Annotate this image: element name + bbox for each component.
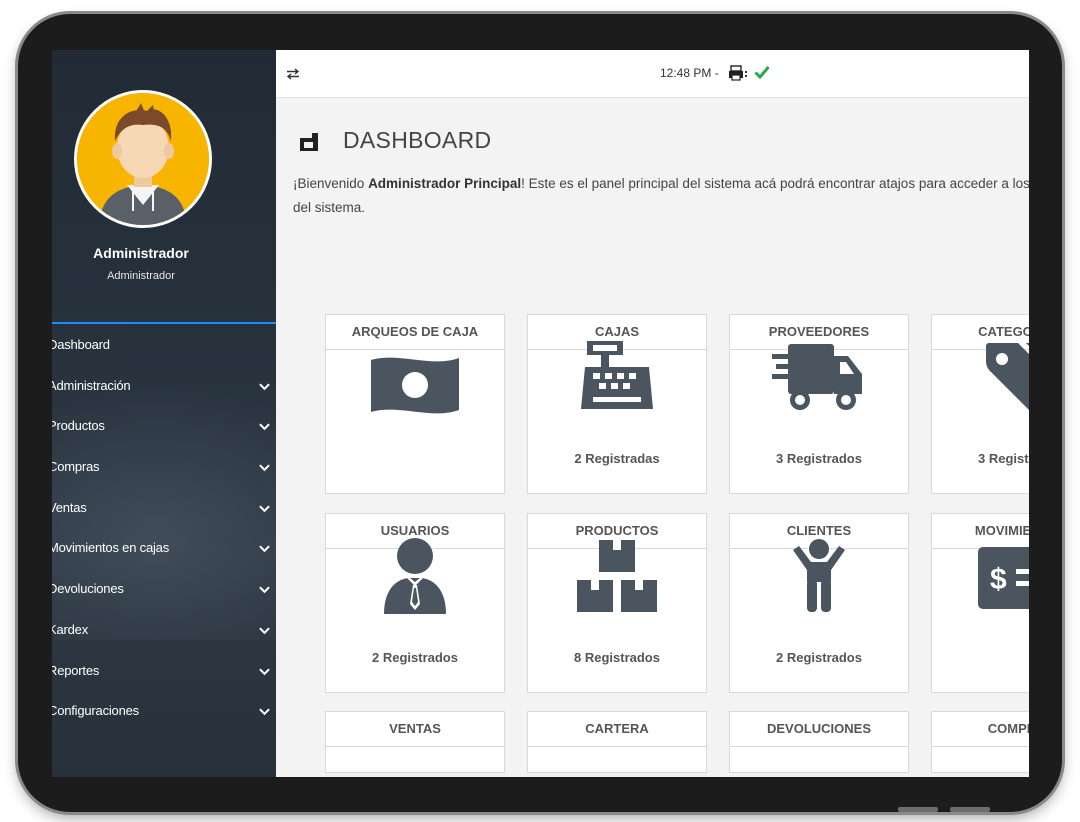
user-name: Administrador [93, 245, 189, 261]
page-title: DASHBOARD [343, 127, 492, 153]
sidebar-item-label: Devoluciones [52, 581, 124, 597]
chevron-down-icon [259, 423, 270, 431]
card-title: COMPRAS [932, 712, 1029, 747]
user-role: Administrador [107, 270, 175, 282]
card-cajas[interactable]: CAJAS 2 Registradas [527, 314, 707, 494]
user-tie-icon [326, 536, 504, 616]
sidebar-item-dashboard[interactable]: Dashboard [52, 330, 276, 371]
card-devoluciones[interactable]: DEVOLUCIONES [729, 711, 909, 773]
sidebar-item-movimientos[interactable]: Movimientos en cajas [52, 533, 276, 574]
sidebar-item-compras[interactable]: Compras [52, 452, 276, 493]
card-usuarios[interactable]: USUARIOS 2 Registrados [325, 513, 505, 693]
sidebar-item-label: Productos [52, 418, 105, 434]
card-clientes[interactable]: CLIENTES 2 Registrados [729, 513, 909, 693]
sidebar-item-label: Dashboard [52, 337, 110, 352]
screen: Administrador Administrador Dashboard Ad… [52, 50, 1029, 777]
tablet-button [950, 807, 990, 812]
sidebar-item-productos[interactable]: Productos [52, 411, 276, 452]
sidebar-item-label: Reportes [52, 662, 100, 678]
chevron-down-icon [259, 708, 270, 716]
card-ventas[interactable]: VENTAS [325, 711, 505, 773]
card-count: 8 Registrados [574, 650, 660, 665]
card-productos[interactable]: PRODUCTOS 8 Registrados [527, 513, 707, 693]
boxes-icon [528, 536, 706, 616]
card-categorias[interactable]: CATEGORÍAS 3 Registrados [931, 314, 1029, 494]
card-count: 2 Registradas [574, 451, 660, 466]
card-count: 2 Registrados [372, 650, 458, 665]
welcome-user: Administrador Principal [368, 176, 522, 191]
sidebar-item-devoluciones[interactable]: Devoluciones [52, 574, 276, 615]
sidebar-item-label: Ventas [52, 499, 87, 515]
chevron-down-icon [259, 383, 270, 390]
card-title: CARTERA [528, 712, 706, 747]
sidebar-item-reportes[interactable]: Reportes [52, 656, 276, 697]
cash-register-icon [528, 337, 706, 417]
card-count: 3 Registrados [776, 451, 862, 466]
sidebar-item-label: Configuraciones [52, 703, 139, 719]
sidebar: Administrador Administrador Dashboard Ad… [52, 50, 276, 777]
sidebar-item-label: Kardex [52, 621, 88, 637]
money-check-icon: $ [932, 538, 1029, 618]
chevron-down-icon [259, 627, 270, 635]
clock-text: 12:48 PM - [660, 66, 719, 80]
chevron-down-icon [259, 586, 270, 594]
sidebar-item-administracion[interactable]: Administración [52, 371, 276, 412]
card-cartera[interactable]: CARTERA [527, 711, 707, 773]
printer-icon[interactable] [728, 65, 748, 81]
child-icon [730, 536, 908, 616]
dashboard-icon [300, 133, 318, 151]
sidebar-item-ventas[interactable]: Ventas [52, 493, 276, 534]
sidebar-item-configuraciones[interactable]: Configuraciones [52, 696, 276, 737]
sidebar-item-label: Administración [52, 377, 131, 393]
sidebar-item-label: Compras [52, 459, 100, 475]
money-icon [326, 345, 504, 425]
card-movimientos[interactable]: MOVIMIENTOS $ [931, 513, 1029, 693]
card-count: 2 Registrados [776, 650, 862, 665]
swap-arrows-icon[interactable] [286, 68, 300, 80]
chevron-down-icon [259, 545, 270, 553]
welcome-text: ¡Bienvenido Administrador Principal! Est… [293, 172, 1029, 220]
main-content: DASHBOARD ¡Bienvenido Administrador Prin… [276, 98, 1029, 777]
welcome-prefix: ¡Bienvenido [293, 176, 369, 191]
chevron-down-icon [259, 464, 270, 472]
avatar[interactable] [74, 90, 212, 228]
sidebar-menu: Dashboard Administración Productos Compr… [52, 330, 276, 737]
chevron-down-icon [259, 505, 270, 512]
truck-icon [730, 339, 908, 419]
sidebar-item-label: Movimientos en cajas [52, 540, 169, 556]
card-proveedores[interactable]: PROVEEDORES 3 Registrados [729, 314, 909, 494]
card-count: 3 Registrados [978, 451, 1029, 466]
tags-icon [932, 337, 1029, 417]
chevron-down-icon [259, 667, 270, 675]
svg-text:$: $ [990, 563, 1007, 596]
card-title: VENTAS [326, 712, 504, 747]
card-title: DEVOLUCIONES [730, 712, 908, 747]
check-icon [754, 66, 770, 79]
sidebar-divider [52, 322, 276, 324]
sidebar-item-kardex[interactable]: Kardex [52, 615, 276, 656]
card-compras[interactable]: COMPRAS [931, 711, 1029, 773]
tablet-button [898, 807, 938, 812]
card-arqueos-de-caja[interactable]: ARQUEOS DE CAJA [325, 314, 505, 494]
top-bar: 12:48 PM - [276, 50, 1029, 98]
